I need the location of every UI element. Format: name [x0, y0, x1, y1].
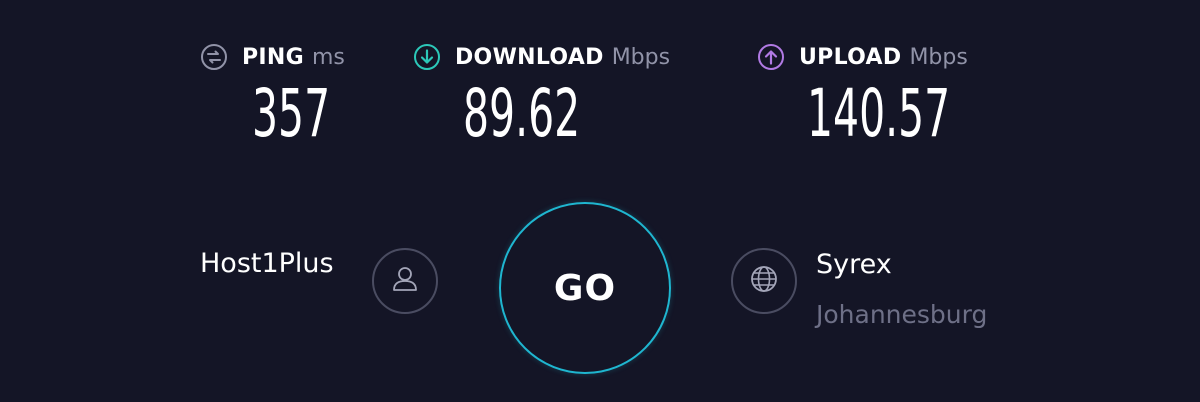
ping-label: PING: [242, 44, 304, 70]
server-location: Johannesburg: [816, 300, 988, 329]
download-header: DOWNLOAD Mbps: [413, 40, 670, 74]
download-metric: DOWNLOAD Mbps 89.62: [413, 40, 670, 150]
upload-metric: UPLOAD Mbps 140.57: [757, 40, 968, 150]
download-value: 89.62: [463, 75, 581, 152]
download-arrow-icon: [413, 43, 441, 71]
provider-name[interactable]: Host1Plus: [200, 248, 334, 279]
upload-header: UPLOAD Mbps: [757, 40, 968, 74]
ping-value: 357: [252, 75, 331, 152]
download-label: DOWNLOAD: [455, 44, 604, 70]
server-name[interactable]: Syrex: [816, 249, 892, 280]
go-button[interactable]: GO: [499, 202, 671, 374]
globe-icon: [748, 263, 780, 299]
ping-header: PING ms: [200, 40, 345, 74]
upload-unit: Mbps: [909, 44, 968, 70]
change-server-button[interactable]: [731, 248, 797, 314]
user-icon: [388, 262, 422, 300]
upload-arrow-icon: [757, 43, 785, 71]
download-unit: Mbps: [611, 44, 671, 70]
provider-button[interactable]: [372, 248, 438, 314]
upload-label: UPLOAD: [799, 44, 902, 70]
upload-value: 140.57: [807, 75, 951, 152]
go-label: GO: [553, 267, 617, 309]
ping-unit: ms: [311, 44, 345, 70]
ping-icon: [200, 43, 228, 71]
ping-metric: PING ms 357: [200, 40, 345, 150]
